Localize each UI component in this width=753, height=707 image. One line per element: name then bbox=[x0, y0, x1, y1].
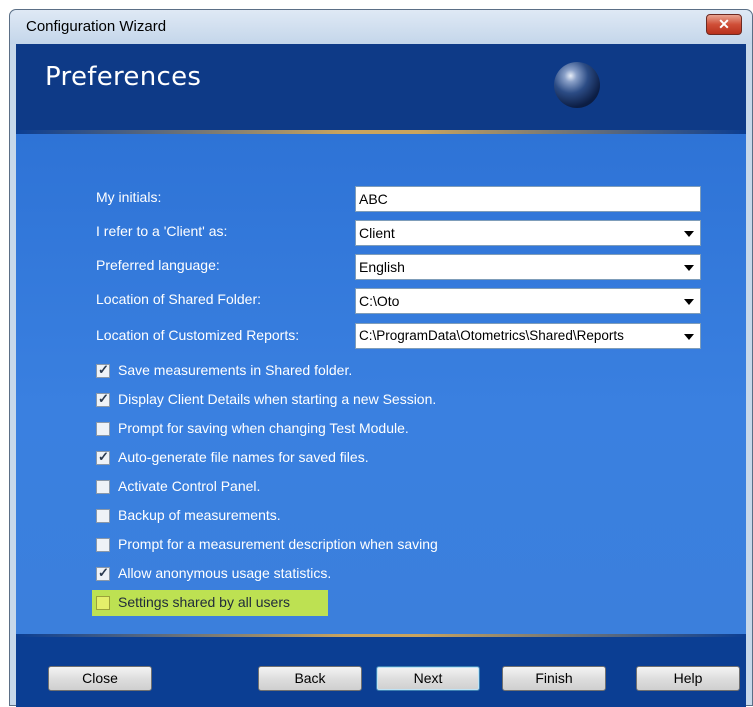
language-value: English bbox=[359, 259, 405, 275]
next-button[interactable]: Next bbox=[376, 666, 480, 691]
checkmark-icon: ✓ bbox=[98, 449, 109, 464]
page-title: Preferences bbox=[45, 62, 202, 92]
reports-location-label: Location of Customized Reports: bbox=[96, 327, 300, 343]
checkbox[interactable]: ✓ bbox=[96, 362, 110, 378]
checkbox[interactable] bbox=[96, 480, 110, 494]
language-label: Preferred language: bbox=[96, 257, 220, 273]
wizard-footer: Close Back Next Finish Help bbox=[16, 634, 746, 707]
client-term-value: Client bbox=[359, 225, 395, 241]
chevron-down-icon bbox=[684, 265, 694, 271]
checkbox-label: Prompt for a measurement description whe… bbox=[118, 536, 438, 552]
wizard-header: Preferences bbox=[16, 44, 746, 130]
initials-value: ABC bbox=[359, 191, 388, 207]
checkbox[interactable]: ✓ bbox=[96, 449, 110, 465]
close-button[interactable]: Close bbox=[48, 666, 152, 691]
initials-label: My initials: bbox=[96, 189, 162, 205]
checkbox-label: Save measurements in Shared folder. bbox=[118, 362, 353, 378]
close-icon: ✕ bbox=[718, 16, 730, 32]
checkbox[interactable] bbox=[96, 538, 110, 552]
checkbox-label: Activate Control Panel. bbox=[118, 478, 261, 494]
checkbox-label: Auto-generate file names for saved files… bbox=[118, 449, 369, 465]
checkbox-label: Allow anonymous usage statistics. bbox=[118, 565, 332, 581]
checkbox-label: Settings shared by all users bbox=[118, 594, 290, 610]
shared-folder-dropdown[interactable]: C:\Oto bbox=[355, 288, 701, 314]
preferences-panel: My initials: ABC I refer to a 'Client' a… bbox=[16, 134, 746, 634]
checkbox-label: Backup of measurements. bbox=[118, 507, 281, 523]
shared-folder-value: C:\Oto bbox=[359, 293, 400, 309]
checkbox-label: Display Client Details when starting a n… bbox=[118, 391, 437, 407]
title-bar: Configuration Wizard ✕ bbox=[10, 10, 752, 44]
shared-folder-label: Location of Shared Folder: bbox=[96, 291, 261, 307]
checkbox[interactable]: ✓ bbox=[96, 565, 110, 581]
checkmark-icon: ✓ bbox=[98, 391, 109, 406]
footer-divider bbox=[16, 634, 746, 637]
reports-location-value: C:\ProgramData\Otometrics\Shared\Reports bbox=[359, 328, 624, 343]
window-title: Configuration Wizard bbox=[26, 18, 167, 35]
finish-button[interactable]: Finish bbox=[502, 666, 606, 691]
client-term-label: I refer to a 'Client' as: bbox=[96, 223, 228, 239]
checkbox-label: Prompt for saving when changing Test Mod… bbox=[118, 420, 409, 436]
checkbox[interactable] bbox=[96, 422, 110, 436]
help-button[interactable]: Help bbox=[636, 666, 740, 691]
initials-input[interactable]: ABC bbox=[355, 186, 701, 212]
checkmark-icon: ✓ bbox=[98, 565, 109, 580]
chevron-down-icon bbox=[684, 231, 694, 237]
chevron-down-icon bbox=[684, 334, 694, 340]
client-term-dropdown[interactable]: Client bbox=[355, 220, 701, 246]
globe-icon bbox=[554, 62, 600, 108]
window-close-button[interactable]: ✕ bbox=[706, 14, 742, 35]
reports-location-dropdown[interactable]: C:\ProgramData\Otometrics\Shared\Reports bbox=[355, 323, 701, 349]
checkbox[interactable] bbox=[96, 596, 110, 610]
language-dropdown[interactable]: English bbox=[355, 254, 701, 280]
checkbox[interactable] bbox=[96, 509, 110, 523]
configuration-wizard-window: Configuration Wizard ✕ Preferences My in… bbox=[9, 9, 753, 707]
chevron-down-icon bbox=[684, 299, 694, 305]
checkmark-icon: ✓ bbox=[98, 362, 109, 377]
checkbox[interactable]: ✓ bbox=[96, 391, 110, 407]
back-button[interactable]: Back bbox=[258, 666, 362, 691]
wizard-client-area: Preferences My initials: ABC I refer to … bbox=[16, 44, 746, 707]
